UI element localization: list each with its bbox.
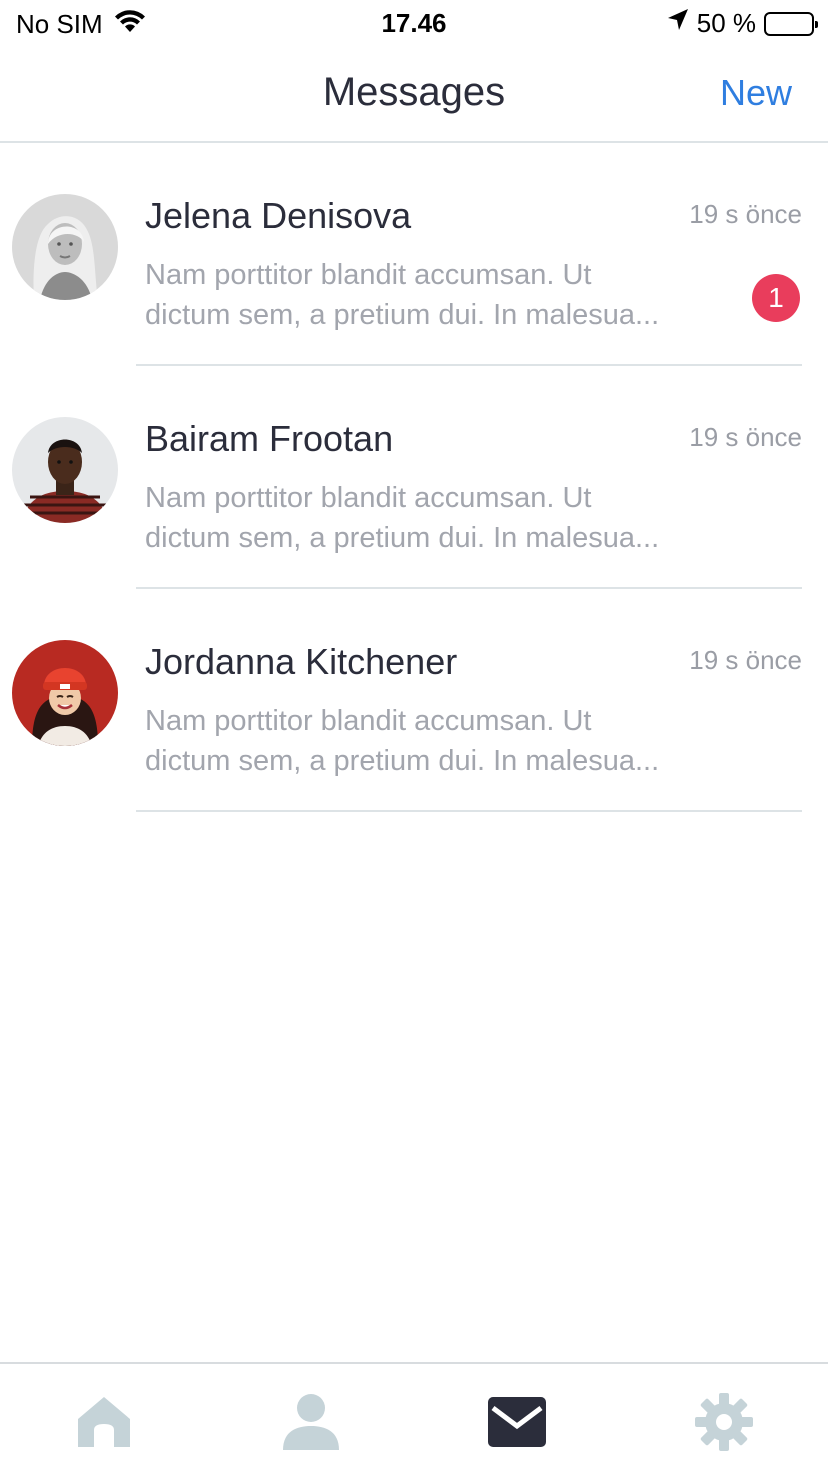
new-message-button[interactable]: New <box>720 72 792 114</box>
status-bar: No SIM 17.46 50 % <box>0 0 828 48</box>
home-icon <box>78 1397 130 1447</box>
avatar <box>12 417 118 523</box>
contact-name: Jordanna Kitchener <box>145 641 458 682</box>
message-list: Jelena Denisova 19 s önce Nam porttitor … <box>0 143 828 812</box>
contact-name: Bairam Frootan <box>145 418 394 459</box>
avatar <box>12 194 118 300</box>
mail-icon <box>488 1397 546 1447</box>
tab-bar <box>0 1362 828 1472</box>
nav-header: Messages New <box>0 48 828 143</box>
battery-percent: 50 % <box>696 8 756 38</box>
message-time: 19 s önce <box>689 645 802 675</box>
tab-messages[interactable] <box>485 1392 549 1452</box>
message-preview: Nam porttitor blandit accumsan. Ut dictu… <box>145 478 705 558</box>
gear-icon <box>695 1393 753 1451</box>
preview-line: dictum sem, a pretium dui. In malesua... <box>145 299 660 331</box>
message-preview: Nam porttitor blandit accumsan. Ut dictu… <box>145 255 705 335</box>
message-row[interactable]: Jelena Denisova 19 s önce Nam porttitor … <box>0 143 828 366</box>
battery-icon <box>764 11 818 36</box>
unread-badge: 1 <box>752 274 800 322</box>
tab-profile[interactable] <box>279 1392 343 1452</box>
preview-line: Nam porttitor blandit accumsan. Ut <box>145 705 592 737</box>
message-row[interactable]: Bairam Frootan 19 s önce Nam porttitor b… <box>0 366 828 589</box>
avatar <box>12 640 118 746</box>
page-title: Messages <box>322 70 506 114</box>
contact-name: Jelena Denisova <box>145 195 412 236</box>
message-time: 19 s önce <box>689 422 802 452</box>
status-right: 50 % <box>667 8 818 39</box>
preview-line: dictum sem, a pretium dui. In malesua... <box>145 745 660 777</box>
location-arrow-icon <box>667 8 689 39</box>
message-preview: Nam porttitor blandit accumsan. Ut dictu… <box>145 701 705 781</box>
divider <box>136 810 802 812</box>
preview-line: Nam porttitor blandit accumsan. Ut <box>145 482 592 514</box>
user-icon <box>283 1394 339 1450</box>
preview-line: dictum sem, a pretium dui. In malesua... <box>145 522 660 554</box>
tab-home[interactable] <box>72 1392 136 1452</box>
preview-line: Nam porttitor blandit accumsan. Ut <box>145 259 592 291</box>
tab-settings[interactable] <box>692 1392 756 1452</box>
message-row[interactable]: Jordanna Kitchener 19 s önce Nam porttit… <box>0 589 828 812</box>
message-time: 19 s önce <box>689 199 802 229</box>
